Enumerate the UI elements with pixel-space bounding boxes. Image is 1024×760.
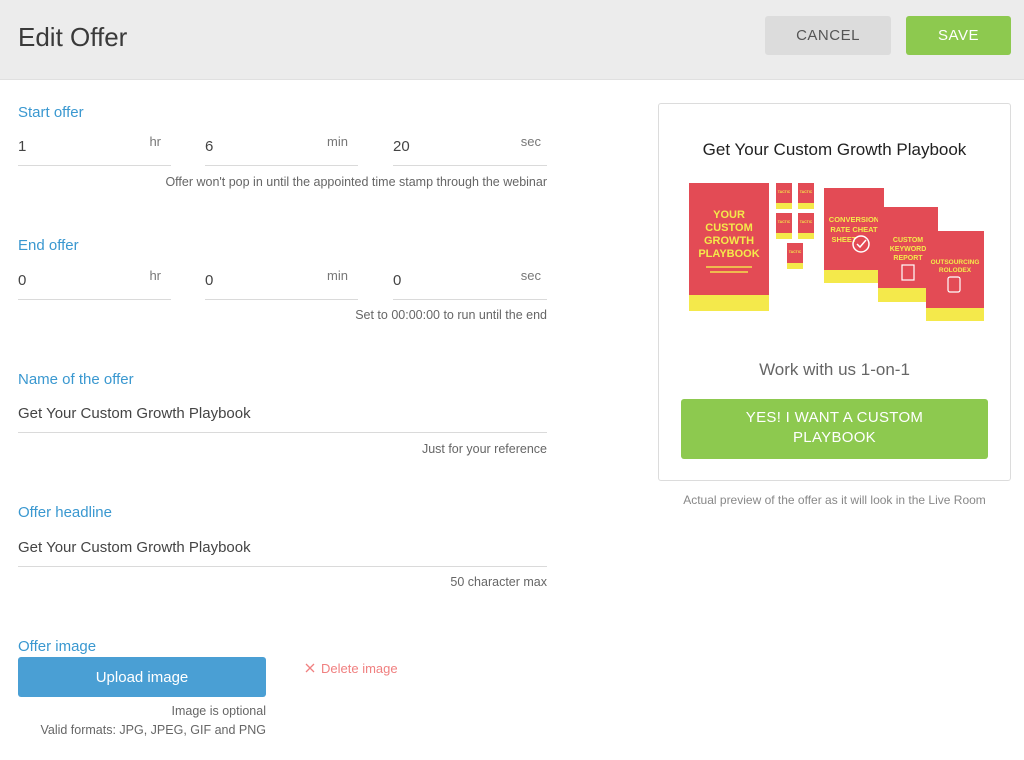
close-icon (305, 661, 315, 676)
start-offer-hint: Offer won't pop in until the appointed t… (165, 175, 547, 189)
end-offer-label: End offer (18, 237, 79, 254)
offer-name-hint: Just for your reference (421, 442, 547, 456)
start-sec-value: 20 (393, 138, 410, 155)
svg-text:CONVERSION: CONVERSION (829, 215, 879, 224)
sec-unit: sec (520, 268, 541, 283)
save-button[interactable]: SAVE (906, 16, 1011, 55)
preview-subtext: Work with us 1-on-1 (759, 360, 910, 379)
offer-headline-label: Offer headline (18, 504, 112, 521)
sec-unit: sec (520, 134, 541, 149)
page-title: Edit Offer (18, 22, 128, 52)
image-formats-hint: Valid formats: JPG, JPEG, GIF and PNG (40, 723, 266, 737)
start-min-field[interactable]: 6 min (205, 134, 358, 166)
start-offer-label: Start offer (18, 104, 84, 121)
svg-text:CUSTOM: CUSTOM (893, 237, 923, 244)
offer-name-label: Name of the offer (18, 371, 134, 388)
offer-preview-card: Get Your Custom Growth Playbook YOUR CUS… (658, 103, 1011, 481)
header-bar: Edit Offer CANCEL SAVE (0, 0, 1024, 80)
svg-text:KEYWORD: KEYWORD (890, 246, 927, 253)
hr-unit: hr (149, 134, 161, 149)
book-main (689, 183, 769, 311)
start-hr-value: 1 (18, 138, 27, 155)
start-hr-field[interactable]: 1 hr (18, 134, 171, 166)
cancel-button[interactable]: CANCEL (765, 16, 891, 55)
offer-headline-value: Get Your Custom Growth Playbook (18, 539, 251, 556)
book-rolodex (926, 231, 984, 321)
image-optional-hint: Image is optional (171, 704, 266, 718)
book-main-line4: PLAYBOOK (698, 248, 759, 260)
book-main-line3: GROWTH (704, 235, 754, 247)
end-hr-field[interactable]: 0 hr (18, 268, 171, 300)
end-min-field[interactable]: 0 min (205, 268, 358, 300)
hr-unit: hr (149, 268, 161, 283)
offer-name-input[interactable]: Get Your Custom Growth Playbook (18, 401, 547, 433)
end-offer-hint: Set to 00:00:00 to run until the end (355, 308, 547, 322)
offer-headline-hint: 50 character max (450, 575, 547, 589)
min-unit: min (327, 134, 348, 149)
svg-text:TACTIC: TACTIC (800, 220, 813, 224)
svg-text:TACTIC: TACTIC (800, 190, 813, 194)
preview-cta-button[interactable]: YES! I WANT A CUSTOM PLAYBOOK (681, 399, 988, 459)
svg-text:TACTIC: TACTIC (778, 220, 791, 224)
upload-image-button[interactable]: Upload image (18, 657, 266, 697)
svg-text:TACTIC: TACTIC (778, 190, 791, 194)
svg-text:TACTIC: TACTIC (789, 250, 802, 254)
preview-headline: Get Your Custom Growth Playbook (702, 140, 967, 159)
end-sec-field[interactable]: 0 sec (393, 268, 547, 300)
end-min-value: 0 (205, 272, 214, 289)
end-sec-value: 0 (393, 272, 402, 289)
preview-caption: Actual preview of the offer as it will l… (683, 493, 986, 507)
end-hr-value: 0 (18, 272, 27, 289)
delete-image-button[interactable]: Delete image (305, 661, 398, 676)
min-unit: min (327, 268, 348, 283)
book-main-line2: CUSTOM (705, 222, 752, 234)
svg-text:ROLODEX: ROLODEX (939, 267, 972, 274)
svg-text:RATE CHEAT: RATE CHEAT (830, 225, 878, 234)
start-min-value: 6 (205, 138, 214, 155)
offer-image: YOUR CUSTOM GROWTH PLAYBOOK TACTIC TACTI… (689, 183, 984, 321)
book-main-line1: YOUR (713, 209, 745, 221)
delete-image-label: Delete image (321, 661, 398, 676)
offer-headline-input[interactable]: Get Your Custom Growth Playbook (18, 535, 547, 567)
svg-text:REPORT: REPORT (893, 255, 923, 262)
offer-image-label: Offer image (18, 638, 97, 655)
svg-text:OUTSOURCING: OUTSOURCING (931, 259, 980, 266)
offer-name-value: Get Your Custom Growth Playbook (18, 405, 251, 422)
start-sec-field[interactable]: 20 sec (393, 134, 547, 166)
